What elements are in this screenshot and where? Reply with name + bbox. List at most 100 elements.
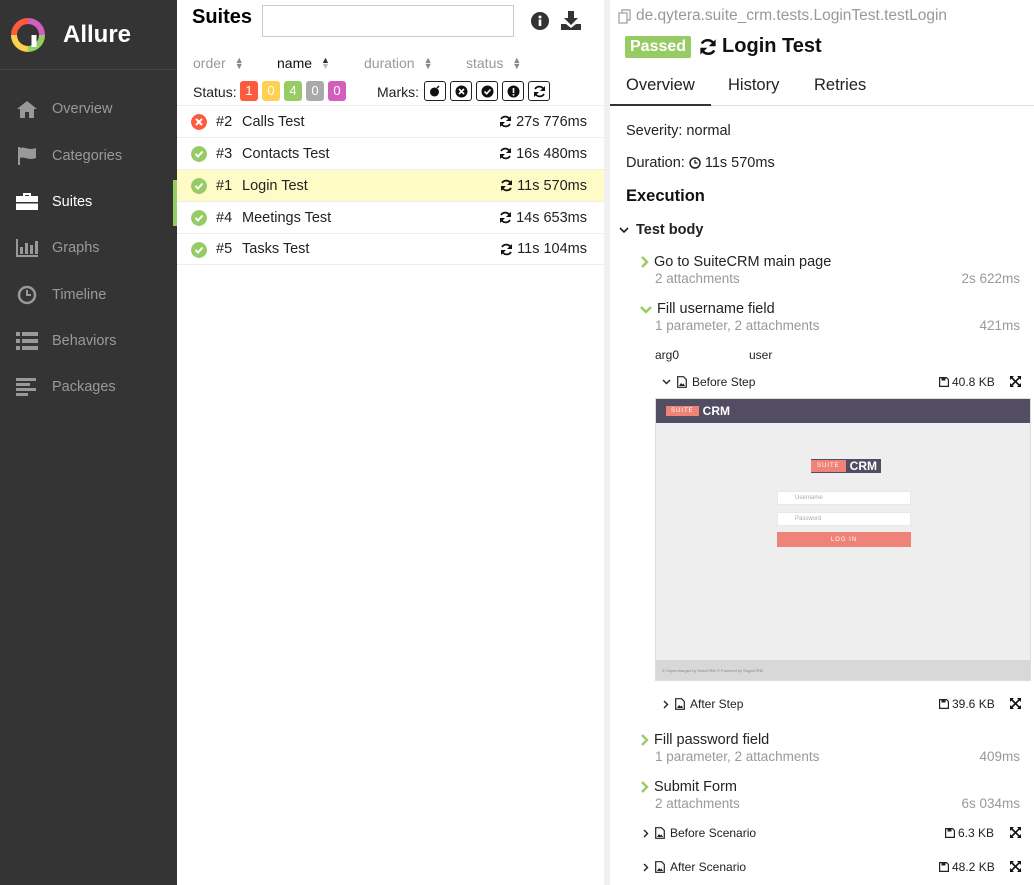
step-subtitle: 1 parameter, 2 attachments (655, 318, 820, 333)
attachment-size: 6.3 KB (945, 826, 994, 840)
table-row[interactable]: #2 Calls Test 27s 776ms (177, 105, 604, 137)
mark-new-broken-toggle[interactable] (502, 81, 524, 101)
image-file-icon (655, 861, 665, 873)
sidebar-item-label: Behaviors (52, 333, 117, 349)
test-name: Login Test (242, 177, 308, 194)
status-badge: Passed (625, 35, 692, 58)
step-duration: 409ms (979, 749, 1020, 764)
clock-icon (689, 157, 701, 169)
chevron-right-icon (641, 781, 649, 793)
param-name: arg0 (655, 348, 680, 362)
test-duration: 11s 104ms (500, 241, 587, 257)
refresh-icon (500, 115, 512, 128)
sort-name[interactable]: name ▲ ▼ (277, 55, 330, 71)
info-icon[interactable] (531, 12, 549, 30)
sort-arrows-icon: ▲ ▼ (512, 55, 522, 71)
sidebar-item-graphs[interactable]: Graphs (0, 228, 177, 268)
status-count-skipped[interactable]: 0 (306, 81, 324, 101)
align-left-icon (16, 376, 38, 398)
chevron-down-icon (619, 226, 629, 233)
marks-filter-label: Marks: (377, 84, 419, 100)
status-count-unknown[interactable]: 0 (328, 81, 346, 101)
sidebar-item-timeline[interactable]: Timeline (0, 275, 177, 315)
step-submit-form[interactable]: Submit Form 2 attachments 6s 034ms (640, 779, 1020, 811)
step-fill-password[interactable]: Fill password field 1 parameter, 2 attac… (640, 732, 1020, 764)
expand-icon[interactable] (1010, 698, 1021, 709)
chevron-down-icon (640, 305, 652, 314)
sidebar: Allure Overview Categories Suites Graphs… (0, 0, 177, 885)
sidebar-item-packages[interactable]: Packages (0, 367, 177, 407)
attachment-screenshot[interactable]: SUITE CRM SUITE CRM Username Password LOG … (655, 398, 1031, 681)
refresh-icon (501, 243, 513, 255)
passed-status-icon (191, 146, 207, 162)
clock-icon (16, 284, 38, 306)
sidebar-item-categories[interactable]: Categories (0, 136, 177, 176)
sort-duration[interactable]: duration ▲ ▼ (364, 55, 433, 71)
chevron-down-icon (662, 379, 671, 385)
test-order: #5 (216, 241, 233, 257)
status-count-failed[interactable]: 1 (240, 81, 258, 101)
mark-new-failed-toggle[interactable] (450, 81, 472, 101)
times-circle-icon (455, 85, 467, 97)
step-go-to-main-page[interactable]: Go to SuiteCRM main page 2 attachments 2… (640, 254, 1020, 286)
step-fill-username[interactable]: Fill username field 1 parameter, 2 attac… (640, 301, 1020, 333)
attachment-before-step[interactable]: Before Step (662, 375, 755, 389)
test-duration: 14s 653ms (499, 210, 587, 226)
sidebar-item-suites[interactable]: Suites (0, 180, 177, 226)
bomb-icon (430, 85, 440, 97)
attachment-after-step[interactable]: After Step (663, 697, 743, 711)
status-count-passed[interactable]: 4 (284, 81, 302, 101)
mark-new-passed-toggle[interactable] (476, 81, 498, 101)
chevron-right-icon (643, 829, 649, 837)
search-input[interactable] (262, 5, 514, 37)
download-icon[interactable] (561, 11, 581, 30)
table-row[interactable]: #5 Tasks Test 11s 104ms (177, 233, 604, 265)
test-order: #3 (216, 145, 233, 162)
copy-icon[interactable] (618, 8, 632, 24)
sort-arrows-icon: ▲ ▼ (423, 55, 433, 71)
table-row[interactable]: #4 Meetings Test 14s 653ms (177, 201, 604, 233)
sort-order[interactable]: order ▲ ▼ (193, 55, 244, 71)
table-row[interactable]: #3 Contacts Test 16s 480ms (177, 137, 604, 169)
passed-status-icon (191, 210, 207, 226)
expand-icon[interactable] (1010, 376, 1021, 387)
image-file-icon (677, 376, 687, 388)
test-name: Meetings Test (242, 209, 332, 226)
status-count-broken[interactable]: 0 (262, 81, 280, 101)
refresh-icon (500, 211, 512, 224)
brand-name: Allure (63, 20, 132, 48)
brand[interactable]: Allure (0, 0, 177, 70)
attachment-size: 40.8 KB (939, 375, 995, 389)
table-row-selected[interactable]: #1 Login Test 11s 570ms (177, 169, 604, 201)
attachment-after-scenario[interactable]: After Scenario (643, 860, 746, 874)
save-icon (939, 699, 949, 709)
test-body-toggle[interactable]: Test body (619, 222, 703, 238)
attachment-before-scenario[interactable]: Before Scenario (643, 826, 756, 840)
tab-retries[interactable]: Retries (814, 76, 866, 95)
attachment-size: 48.2 KB (939, 860, 995, 874)
test-name: Tasks Test (242, 241, 310, 257)
image-file-icon (675, 698, 685, 710)
expand-icon[interactable] (1010, 827, 1021, 838)
sidebar-item-behaviors[interactable]: Behaviors (0, 321, 177, 361)
save-icon (939, 862, 949, 872)
sidebar-item-overview[interactable]: Overview (0, 89, 177, 129)
sidebar-item-label: Graphs (52, 240, 100, 256)
list-icon (16, 330, 38, 352)
execution-heading: Execution (626, 187, 705, 205)
screenshot-password-field: Password (777, 512, 911, 526)
step-subtitle: 1 parameter, 2 attachments (655, 749, 820, 764)
chevron-right-icon (641, 256, 649, 268)
test-order: #4 (216, 209, 233, 226)
mark-retries-toggle[interactable] (528, 81, 550, 101)
test-duration: 27s 776ms (499, 114, 587, 130)
test-title: Login Test (699, 35, 822, 58)
sort-status[interactable]: status ▲ ▼ (466, 55, 521, 71)
chevron-right-icon (641, 734, 649, 746)
mark-flaky-toggle[interactable] (424, 81, 446, 101)
refresh-icon (533, 85, 545, 97)
tab-history[interactable]: History (728, 76, 779, 95)
expand-icon[interactable] (1010, 861, 1021, 872)
tab-overview[interactable]: Overview (610, 76, 711, 106)
briefcase-icon (16, 191, 38, 213)
